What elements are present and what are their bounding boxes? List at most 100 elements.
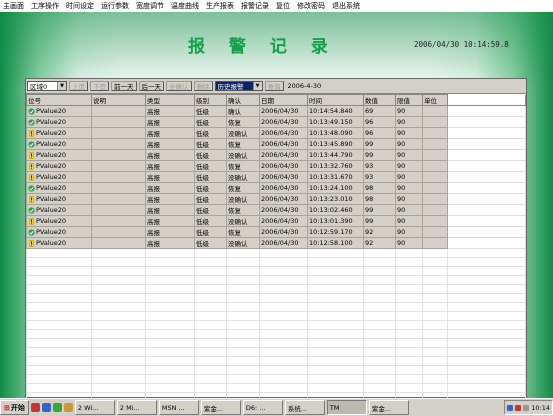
menu-item[interactable]: 退出系统	[329, 0, 363, 12]
empty-cell	[259, 347, 308, 357]
query-button[interactable]: 查询	[264, 81, 284, 91]
column-header[interactable]: 日期	[259, 94, 308, 106]
empty-cell	[26, 329, 92, 339]
taskbar-task[interactable]: MSN ...	[158, 400, 199, 415]
menu-item[interactable]: 生产报表	[203, 0, 237, 12]
tray-icon[interactable]	[523, 404, 530, 411]
menu-item[interactable]: 宽度调节	[133, 0, 167, 12]
column-header[interactable]: 确认	[226, 94, 260, 106]
column-header[interactable]: 时间	[307, 94, 364, 106]
cell-desc	[91, 116, 146, 128]
cell-tag: PValue20	[26, 215, 92, 227]
table-row[interactable]: PValue20 高报 低级 恢复 2006/04/30 10:13:02.460 99 90	[26, 204, 526, 216]
next-page-button[interactable]: 下页	[90, 81, 109, 91]
quicklaunch-icon[interactable]	[41, 403, 51, 412]
history-alarm-select[interactable]: 历史报警 ▼	[214, 81, 263, 91]
cell-tag: PValue20	[26, 149, 92, 161]
taskbar-task[interactable]: TM	[326, 400, 367, 415]
table-header-row: 位号 说明 类型 级别 确认 日期 时间 数值 限值 单位	[26, 94, 526, 106]
cell-value: 99	[363, 204, 396, 216]
table-row[interactable]: PValue20 高报 低级 没确认 2006/04/30 10:13:44.790 99 9…	[26, 149, 526, 161]
column-header[interactable]: 位号	[26, 94, 92, 106]
empty-cell	[91, 383, 146, 393]
taskbar-task[interactable]: 2 Wi...	[74, 400, 115, 415]
empty-cell	[26, 311, 92, 321]
menu-item[interactable]: 修改密码	[294, 0, 328, 12]
table-row[interactable]: PValue20 高报 低级 没确认 2006/04/30 10:13:48.090 96 9…	[26, 127, 526, 139]
tray-icon[interactable]	[515, 404, 522, 411]
warning-icon	[28, 239, 36, 247]
table-row[interactable]: PValue20 高报 低级 没确认 2006/04/30 10:13:01.390 99 9…	[26, 215, 526, 227]
start-button[interactable]: ⊞ 开始	[0, 400, 29, 415]
tray-icon[interactable]	[507, 404, 514, 411]
prev-page-button[interactable]: 上页	[69, 81, 88, 91]
area-select[interactable]: 区域0 ▼	[27, 81, 67, 91]
delete-button[interactable]: 删除	[193, 81, 213, 91]
taskbar-task[interactable]: 2 Mi...	[116, 400, 157, 415]
cell-level: 低级	[194, 237, 227, 249]
taskbar-task[interactable]: 系统...	[284, 400, 325, 415]
cell-unit	[422, 116, 448, 128]
table-row[interactable]: PValue20 高报 低级 恢复 2006/04/30 10:12:59.170 92 90	[26, 226, 526, 238]
table-row[interactable]: PValue20 高报 低级 恢复 2006/04/30 10:13:49.150 96 90	[26, 116, 526, 128]
empty-cell	[447, 383, 526, 393]
empty-cell	[145, 275, 195, 285]
cell-desc	[91, 182, 146, 194]
quicklaunch-icon[interactable]	[63, 403, 73, 412]
next-day-button[interactable]: 后一天	[138, 81, 164, 91]
menu-item[interactable]: 时间设定	[63, 0, 97, 12]
prev-day-button[interactable]: 前一天	[111, 81, 137, 91]
cell-tag: PValue20	[26, 105, 92, 117]
empty-cell	[395, 320, 423, 330]
empty-cell	[194, 356, 227, 366]
table-row[interactable]: PValue20 高报 低级 没确认 2006/04/30 10:12:58.100 92 9…	[26, 237, 526, 249]
table-row[interactable]: PValue20 高报 低级 确认 2006/04/30 10:14:54.840 69 90	[26, 105, 526, 117]
taskbar-task[interactable]: 紫金...	[200, 400, 241, 415]
cell-empty	[447, 193, 526, 205]
menu-item[interactable]: 复位	[273, 0, 293, 12]
confirm-all-button[interactable]: 全确认	[166, 81, 192, 91]
table-row[interactable]: PValue20 高报 低级 没确认 2006/04/30 10:13:23.010 98 9…	[26, 193, 526, 205]
empty-cell	[307, 365, 364, 375]
cell-limit: 90	[395, 127, 423, 139]
cell-date: 2006/04/30	[259, 215, 308, 227]
menu-item[interactable]: 温度曲线	[168, 0, 202, 12]
tag-label: PValue20	[36, 173, 67, 181]
empty-cell	[91, 293, 146, 303]
column-header[interactable]: 类型	[145, 94, 195, 106]
table-row[interactable]: PValue20 高报 低级 恢复 2006/04/30 10:13:24.100 98 90	[26, 182, 526, 194]
column-header[interactable]: 单位	[422, 94, 448, 106]
empty-cell	[259, 266, 308, 276]
empty-cell	[395, 329, 423, 339]
empty-row	[26, 338, 526, 348]
empty-cell	[259, 329, 308, 339]
empty-cell	[226, 356, 260, 366]
menu-item[interactable]: 主画面	[0, 0, 27, 12]
menu-item[interactable]: 报警记录	[238, 0, 272, 12]
cell-tag: PValue20	[26, 171, 92, 183]
quicklaunch-icon[interactable]	[52, 403, 62, 412]
empty-cell	[422, 311, 448, 321]
taskbar-task[interactable]: 紫金...	[368, 400, 409, 415]
cell-date: 2006/04/30	[259, 171, 308, 183]
menu-item[interactable]: 工序操作	[28, 0, 62, 12]
taskbar-task[interactable]: D6: ...	[242, 400, 283, 415]
column-header[interactable]: 数值	[363, 94, 396, 106]
cell-limit: 90	[395, 182, 423, 194]
empty-cell	[447, 320, 526, 330]
alarm-table-body: PValue20 高报 低级 确认 2006/04/30 10:14:54.840 69 90…	[26, 105, 526, 411]
column-header[interactable]: 限值	[395, 94, 423, 106]
empty-cell	[395, 302, 423, 312]
cell-desc	[91, 127, 146, 139]
quicklaunch-icon[interactable]	[30, 403, 40, 412]
menu-item[interactable]: 运行参数	[98, 0, 132, 12]
empty-cell	[363, 356, 396, 366]
table-row[interactable]: PValue20 高报 低级 恢复 2006/04/30 10:13:45.890 99 90	[26, 138, 526, 150]
cell-time: 10:13:44.790	[307, 149, 364, 161]
cell-ack: 没确认	[226, 171, 260, 183]
table-row[interactable]: PValue20 高报 低级 没确认 2006/04/30 10:13:31.670 93 9…	[26, 171, 526, 183]
cell-ack: 恢复	[226, 204, 260, 216]
column-header[interactable]: 说明	[91, 94, 146, 106]
column-header[interactable]: 级别	[194, 94, 227, 106]
table-row[interactable]: PValue20 高报 低级 恢复 2006/04/30 10:13:32.760 93 90	[26, 160, 526, 172]
